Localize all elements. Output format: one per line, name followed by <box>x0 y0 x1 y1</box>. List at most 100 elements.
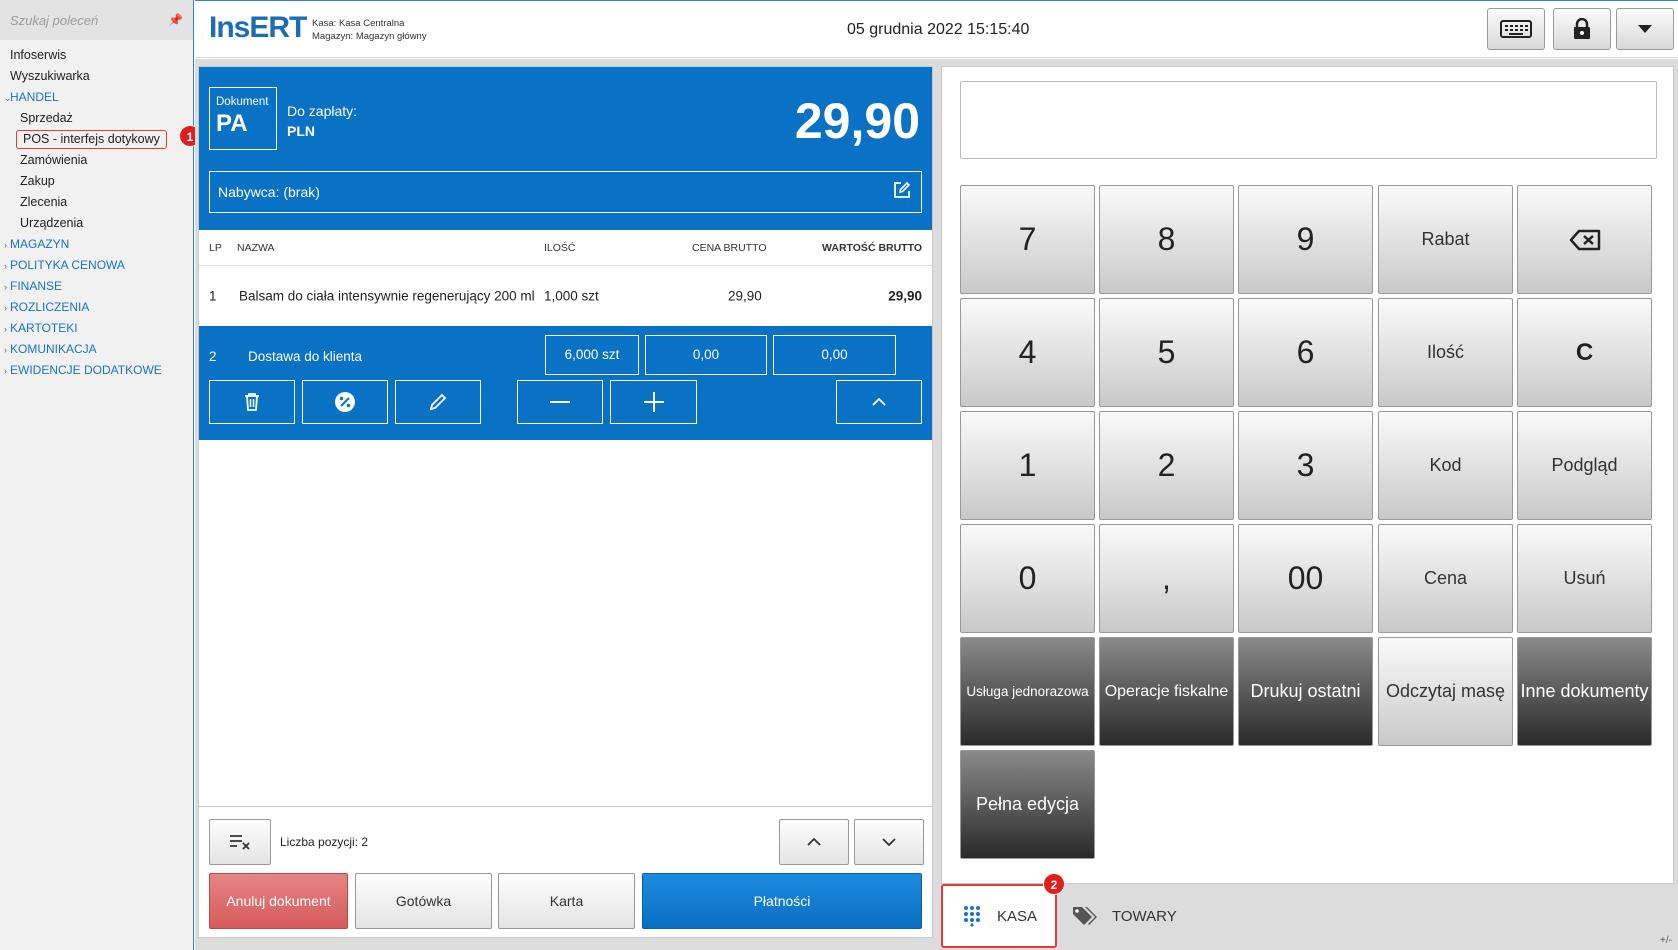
cash-button[interactable]: Gotówka <box>355 873 492 929</box>
edit-row-button[interactable] <box>395 380 481 424</box>
key-5[interactable]: 5 <box>1099 298 1234 407</box>
sidebar-item-wyszukiwarka[interactable]: Wyszukiwarka <box>0 66 193 87</box>
increase-qty-button[interactable] <box>610 380 697 424</box>
key-print-last[interactable]: Drukuj ostatni <box>1238 637 1373 746</box>
document-type-code: PA <box>216 110 248 137</box>
sidebar-item-zakup[interactable]: Zakup <box>0 171 193 192</box>
col-qty: ILOŚĆ <box>544 241 576 254</box>
key-6[interactable]: 6 <box>1238 298 1373 407</box>
kasa-label: Kasa: <box>312 18 337 29</box>
card-button[interactable]: Karta <box>498 873 635 929</box>
clear-list-button[interactable] <box>209 819 271 865</box>
document-footer: Liczba pozycji: 2 Anuluj dokument Gotówk… <box>199 806 932 937</box>
col-name: NAZWA <box>237 241 275 254</box>
key-3[interactable]: 3 <box>1238 411 1373 520</box>
payments-button[interactable]: Płatności <box>642 873 922 929</box>
row-qty-field[interactable]: 6,000 szt <box>545 335 639 375</box>
collapse-row-button[interactable] <box>836 380 922 424</box>
kasa-value: Kasa Centralna <box>338 18 405 29</box>
key-8[interactable]: 8 <box>1099 185 1234 294</box>
scroll-down-button[interactable] <box>854 819 924 865</box>
key-7[interactable]: 7 <box>960 185 1095 294</box>
cancel-document-button[interactable]: Anuluj dokument <box>209 873 348 929</box>
sidebar-section-label: KARTOTEKI <box>10 321 78 335</box>
key-kod[interactable]: Kod <box>1378 411 1513 520</box>
chevron-down-icon <box>882 838 896 846</box>
command-search[interactable]: Szukaj poleceń 📌 <box>0 0 193 40</box>
row-name: Dostawa do klienta <box>248 349 363 364</box>
plus-icon <box>643 392 664 412</box>
sidebar-item-urzadzenia[interactable]: Urządzenia <box>0 213 193 234</box>
keypad-display[interactable] <box>960 81 1657 159</box>
key-one-time-service[interactable]: Usługa jednorazowa <box>960 637 1095 746</box>
dropdown-menu-button[interactable] <box>1616 8 1674 50</box>
col-lp: LP <box>209 241 222 254</box>
sidebar-section-rozliczenia[interactable]: › ROZLICZENIA <box>0 297 193 318</box>
key-0[interactable]: 0 <box>960 524 1095 633</box>
key-ilosc[interactable]: Ilość <box>1378 298 1513 407</box>
sidebar-item-zlecenia[interactable]: Zlecenia <box>0 192 193 213</box>
buyer-field[interactable]: Nabywca: (brak) <box>209 171 922 213</box>
key-full-edit[interactable]: Pełna edycja <box>960 750 1095 859</box>
tab-towary[interactable]: TOWARY <box>1072 884 1192 948</box>
table-row-selected[interactable]: 2 Dostawa do klienta 6,000 szt 0,00 0,00 <box>199 326 932 440</box>
sidebar-section-label: MAGAZYN <box>10 237 70 251</box>
table-row[interactable]: 1 Balsam do ciała intensywnie regenerują… <box>199 266 932 326</box>
row-price-field[interactable]: 0,00 <box>645 335 767 375</box>
items-count: Liczba pozycji: 2 <box>280 835 369 849</box>
key-fiscal-operations[interactable]: Operacje fiskalne <box>1099 637 1234 746</box>
sidebar-nav: Infoserwis Wyszukiwarka ⌄HANDEL Sprzedaż… <box>0 40 193 381</box>
pin-icon[interactable]: 📌 <box>168 13 183 27</box>
to-pay: Do zapłaty: PLN <box>287 101 357 141</box>
lock-button[interactable] <box>1553 8 1611 50</box>
col-price: CENA BRUTTO <box>692 241 767 254</box>
key-00[interactable]: 00 <box>1238 524 1373 633</box>
sidebar-section-kartoteki[interactable]: › KARTOTEKI <box>0 318 193 339</box>
key-podglad[interactable]: Podgląd <box>1517 411 1652 520</box>
discount-badge-icon <box>335 392 355 412</box>
lock-icon <box>1574 18 1590 39</box>
decrease-qty-button[interactable] <box>517 380 603 424</box>
key-4[interactable]: 4 <box>960 298 1095 407</box>
key-other-documents[interactable]: Inne dokumenty <box>1517 637 1652 746</box>
clear-list-icon <box>230 835 250 850</box>
sidebar-section-komunikacja[interactable]: › KOMUNIKACJA <box>0 339 193 360</box>
key-comma[interactable]: , <box>1099 524 1234 633</box>
document-type[interactable]: Dokument PA <box>209 87 277 150</box>
key-read-weight[interactable]: Odczytaj masę <box>1378 637 1513 746</box>
sidebar-section-magazyn[interactable]: › MAGAZYN <box>0 234 193 255</box>
sidebar-section-finanse[interactable]: › FINANSE <box>0 276 193 297</box>
sidebar-section-label: FINANSE <box>10 279 63 293</box>
delete-row-button[interactable] <box>209 380 295 424</box>
sidebar-item-sprzedaz[interactable]: Sprzedaż <box>0 108 193 129</box>
key-rabat[interactable]: Rabat <box>1378 185 1513 294</box>
edit-icon[interactable] <box>893 181 911 199</box>
row-lp: 2 <box>209 349 217 364</box>
datetime: 05 grudnia 2022 15:15:40 <box>847 21 1030 38</box>
register-info: Kasa: Kasa Centralna Magazyn: Magazyn gł… <box>312 17 427 43</box>
sidebar: Szukaj poleceń 📌 Infoserwis Wyszukiwarka… <box>0 0 194 950</box>
row-lp: 1 <box>209 288 217 304</box>
key-backspace[interactable] <box>1517 185 1652 294</box>
key-2[interactable]: 2 <box>1099 411 1234 520</box>
row-value-field[interactable]: 0,00 <box>773 335 896 375</box>
sidebar-section-polityka[interactable]: › POLITYKA CENOWA <box>0 255 193 276</box>
row-qty: 1,000 szt <box>544 288 599 304</box>
key-usun[interactable]: Usuń <box>1517 524 1652 633</box>
scroll-up-button[interactable] <box>779 819 849 865</box>
key-clear[interactable]: C <box>1517 298 1652 407</box>
sidebar-item-zamowienia[interactable]: Zamówienia <box>0 150 193 171</box>
key-cena[interactable]: Cena <box>1378 524 1513 633</box>
key-1[interactable]: 1 <box>960 411 1095 520</box>
key-9[interactable]: 9 <box>1238 185 1373 294</box>
keyboard-button[interactable] <box>1487 8 1545 50</box>
discount-button[interactable] <box>302 380 388 424</box>
tab-kasa[interactable]: KASA <box>941 884 1057 948</box>
sidebar-section-label: ROZLICZENIA <box>10 300 90 314</box>
sidebar-section-handel[interactable]: ⌄HANDEL <box>0 87 193 108</box>
keypad-dots-icon <box>964 906 980 927</box>
sidebar-item-pos[interactable]: POS - interfejs dotykowy <box>0 129 193 150</box>
sidebar-item-infoserwis[interactable]: Infoserwis <box>0 45 193 66</box>
sidebar-section-ewidencje[interactable]: › EWIDENCJE DODATKOWE <box>0 360 193 381</box>
keypad-panel: 7 8 9 Rabat 4 5 6 Ilość C 1 2 3 Kod Podg… <box>941 66 1674 884</box>
